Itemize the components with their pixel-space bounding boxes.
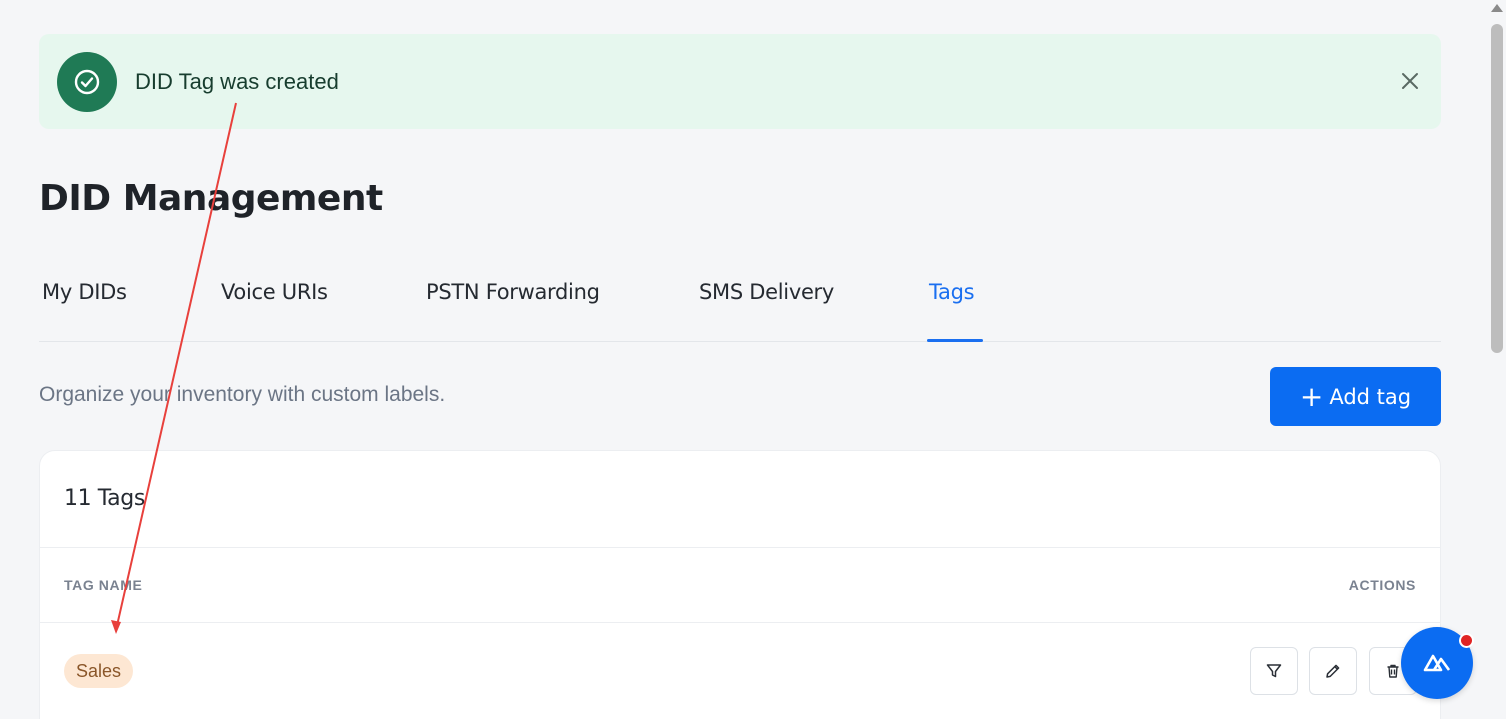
trash-icon xyxy=(1387,664,1399,678)
tab-sms-delivery[interactable]: SMS Delivery xyxy=(699,280,834,304)
tag-pill: Sales xyxy=(64,654,134,688)
close-icon[interactable] xyxy=(1399,70,1421,92)
tags-card: 11 Tags TAG NAME ACTIONS Sales xyxy=(39,450,1441,719)
edit-button[interactable] xyxy=(1309,647,1357,695)
add-tag-button[interactable]: + Add tag xyxy=(1270,367,1441,426)
active-tab-indicator xyxy=(927,339,983,342)
add-tag-label: Add tag xyxy=(1329,384,1412,409)
tab-tags[interactable]: Tags xyxy=(929,280,975,304)
scroll-up-arrow-icon[interactable] xyxy=(1491,4,1503,12)
table-row: Sales xyxy=(40,623,1440,719)
notification-dot xyxy=(1459,633,1474,648)
tab-my-dids[interactable]: My DIDs xyxy=(42,280,127,304)
scrollbar-thumb[interactable] xyxy=(1491,24,1503,353)
tags-count: 11 Tags xyxy=(64,486,145,511)
filter-icon xyxy=(1266,664,1282,678)
plus-icon: + xyxy=(1299,379,1324,413)
logo-icon xyxy=(1423,654,1451,672)
success-toast: DID Tag was created xyxy=(39,34,1441,129)
page-title: DID Management xyxy=(39,178,383,219)
tab-bar: My DIDs Voice URIs PSTN Forwarding SMS D… xyxy=(39,268,1441,342)
filter-button[interactable] xyxy=(1250,647,1298,695)
scrollbar[interactable] xyxy=(1486,0,1506,719)
toast-message: DID Tag was created xyxy=(135,68,339,94)
pencil-icon xyxy=(1326,664,1340,678)
column-header-tag-name: TAG NAME xyxy=(64,577,143,593)
page-description: Organize your inventory with custom labe… xyxy=(39,383,446,406)
tab-pstn-forwarding[interactable]: PSTN Forwarding xyxy=(426,280,600,304)
check-circle-icon xyxy=(57,51,117,112)
divider xyxy=(40,547,1440,548)
column-header-actions: ACTIONS xyxy=(1348,577,1416,593)
tab-voice-uris[interactable]: Voice URIs xyxy=(221,280,328,304)
